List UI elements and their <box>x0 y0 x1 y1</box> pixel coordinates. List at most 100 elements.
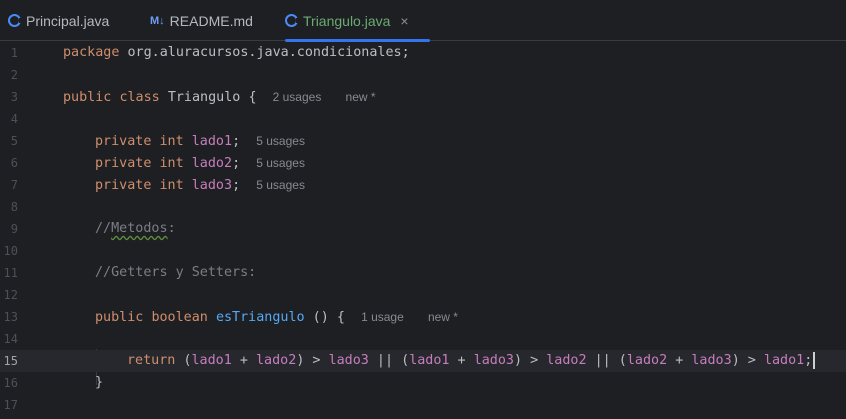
line-number: 2 <box>10 68 18 82</box>
usages-hint[interactable]: 1 usage <box>361 310 404 324</box>
line-number: 14 <box>3 332 18 346</box>
semicolon: ; <box>232 178 241 193</box>
markdown-icon: M↓ <box>150 14 165 27</box>
code-line: 12 <box>0 284 846 306</box>
code-line: 13 public boolean esTriangulo () { 1 usa… <box>0 306 846 328</box>
usages-hint[interactable]: 5 usages <box>256 178 305 192</box>
keyword: int <box>159 178 184 193</box>
operator: + <box>667 353 692 368</box>
code-text: public boolean esTriangulo () { 1 usage … <box>95 306 458 329</box>
code-area[interactable]: 1 package org.aluracursos.java.condicion… <box>0 41 846 419</box>
code-line: 8 <box>0 196 846 218</box>
field-name: lado3 <box>191 178 233 193</box>
line-number: 6 <box>10 156 18 170</box>
code-line: 7 private int lado3; 5 usages <box>0 174 846 196</box>
keyword: package <box>63 45 120 60</box>
line-number: 16 <box>3 376 18 390</box>
usages-hint[interactable]: 5 usages <box>256 156 305 170</box>
keyword: private <box>95 178 152 193</box>
line-number: 1 <box>10 46 18 60</box>
line-number: 17 <box>3 398 18 412</box>
field-ref: lado2 <box>546 353 587 368</box>
java-class-icon <box>8 14 22 27</box>
line-number: 10 <box>3 244 18 258</box>
author-hint[interactable]: new * <box>346 90 376 104</box>
field-ref: lado3 <box>691 353 732 368</box>
punct: ) > <box>514 353 547 368</box>
field-ref: lado2 <box>626 353 668 368</box>
java-class-icon <box>285 14 299 27</box>
line-number: 8 <box>10 200 18 214</box>
method-name: esTriangulo <box>215 310 305 325</box>
code-line: 10 <box>0 240 846 262</box>
code-line: 9 //Metodos: <box>0 218 846 240</box>
tab-principal-java[interactable]: Principal.java <box>8 0 138 41</box>
keyword: boolean <box>151 310 208 325</box>
tab-label: Triangulo.java <box>303 12 391 29</box>
code-comment: //Getters y Setters: <box>95 265 257 280</box>
line-number: 13 <box>3 310 18 324</box>
close-icon[interactable]: × <box>400 13 408 29</box>
tab-triangulo-java[interactable]: Triangulo.java × <box>285 0 430 42</box>
code-text: public class Triangulo { 2 usages new * <box>63 86 376 109</box>
semicolon: ; <box>232 134 241 149</box>
keyword: int <box>159 134 184 149</box>
line-number: 11 <box>3 266 18 280</box>
typo-word: Metodos <box>111 221 168 236</box>
current-code-line: 15 return (lado1 + lado2) > lado3 || (la… <box>0 350 846 372</box>
punct: ; <box>804 353 813 368</box>
code-line: 16 } <box>0 372 846 394</box>
field-ref: lado2 <box>256 353 297 368</box>
package-name: org.aluracursos.java.condicionales; <box>119 45 410 60</box>
line-number: 4 <box>10 112 18 126</box>
comment-suffix: : <box>167 221 176 236</box>
code-text: private int lado3; 5 usages <box>95 174 305 197</box>
code-line: 2 <box>0 64 846 86</box>
operator: + <box>449 353 474 368</box>
keyword: private <box>95 134 152 149</box>
field-name: lado2 <box>191 156 233 171</box>
punct: ) > <box>731 353 764 368</box>
brace: { <box>248 90 257 105</box>
code-text: return (lado1 + lado2) > lado3 || (lado1… <box>127 350 816 372</box>
field-ref: lado3 <box>473 353 514 368</box>
punct: ) > <box>296 353 329 368</box>
operator: + <box>231 353 256 368</box>
code-text: package org.aluracursos.java.condicional… <box>63 42 410 64</box>
line-number: 15 <box>3 354 18 368</box>
code-text: private int lado2; 5 usages <box>95 152 305 175</box>
code-line: 14 <box>0 328 846 350</box>
line-number: 7 <box>10 178 18 192</box>
tab-readme-md[interactable]: M↓ README.md <box>150 0 270 41</box>
code-text: } <box>95 375 104 390</box>
line-number: 12 <box>3 288 18 302</box>
line-number: 5 <box>10 134 18 148</box>
code-line: 17 <box>0 394 846 416</box>
keyword: public <box>95 310 144 325</box>
usages-hint[interactable]: 5 usages <box>256 134 305 148</box>
author-hint[interactable]: new * <box>428 310 458 324</box>
class-name: Triangulo <box>167 90 241 105</box>
punct: || ( <box>586 353 627 368</box>
field-ref: lado3 <box>328 353 369 368</box>
comment-prefix: // <box>95 221 112 236</box>
punct: ( <box>175 353 192 368</box>
code-editor: Principal.java M↓ README.md Triangulo.ja… <box>0 0 846 419</box>
line-number: 3 <box>10 90 18 104</box>
code-text: private int lado1; 5 usages <box>95 130 305 153</box>
code-line: 11 //Getters y Setters: <box>0 262 846 284</box>
field-name: lado1 <box>191 134 233 149</box>
tab-label: Principal.java <box>26 12 110 29</box>
code-line: 3 public class Triangulo { 2 usages new … <box>0 86 846 108</box>
field-ref: lado1 <box>409 353 450 368</box>
text-caret <box>813 351 816 369</box>
keyword: public <box>63 90 112 105</box>
keyword: return <box>127 353 176 368</box>
tab-label: README.md <box>169 12 253 29</box>
code-line: 1 package org.aluracursos.java.condicion… <box>0 42 846 64</box>
punct: || ( <box>368 353 410 368</box>
keyword: class <box>119 90 160 105</box>
method-signature: () { <box>304 310 345 325</box>
keyword: private <box>95 156 152 171</box>
usages-hint[interactable]: 2 usages <box>273 90 322 104</box>
